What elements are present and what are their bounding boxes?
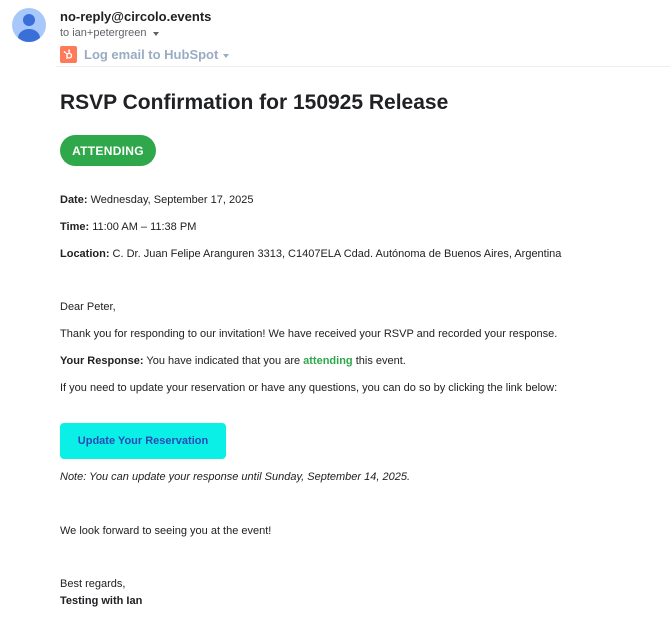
update-info-paragraph: If you need to update your reservation o… (60, 382, 558, 394)
time-label: Time: (60, 221, 90, 233)
update-reservation-button[interactable]: Update Your Reservation (60, 423, 226, 459)
response-prefix: You have indicated that you are (143, 355, 304, 367)
time-line: Time: 11:00 AM – 11:38 PM (60, 221, 196, 233)
hubspot-sprocket-icon (63, 49, 73, 60)
hubspot-icon (60, 46, 77, 63)
response-suffix: this event. (352, 355, 406, 367)
closing-paragraph: We look forward to seeing you at the eve… (60, 525, 272, 537)
hubspot-log-button[interactable]: Log email to HubSpot (60, 46, 230, 63)
signoff: Best regards, (60, 578, 126, 590)
location-line: Location: C. Dr. Juan Felipe Aranguren 3… (60, 248, 561, 260)
signature: Testing with Ian (60, 595, 143, 607)
deadline-note: Note: You can update your response until… (60, 471, 411, 483)
header-divider (56, 66, 670, 67)
location-label: Location: (60, 248, 110, 260)
time-value: 11:00 AM – 11:38 PM (89, 221, 197, 233)
recipient-text: to ian+petergreen (60, 27, 147, 39)
date-line: Date: Wednesday, September 17, 2025 (60, 194, 253, 206)
chevron-down-icon[interactable] (152, 31, 159, 36)
thanks-paragraph: Thank you for responding to our invitati… (60, 328, 558, 340)
response-line: Your Response: You have indicated that y… (60, 355, 406, 367)
avatar-body (18, 29, 40, 42)
recipient-line[interactable]: to ian+petergreen (60, 27, 159, 39)
status-badge: ATTENDING (60, 135, 156, 166)
hubspot-label: Log email to HubSpot (84, 47, 219, 62)
response-status: attending (303, 355, 353, 367)
avatar-head (23, 14, 35, 26)
response-label: Your Response: (60, 355, 144, 367)
sender-address[interactable]: no-reply@circolo.events (60, 9, 211, 24)
date-label: Date: (60, 194, 88, 206)
date-value: Wednesday, September 17, 2025 (87, 194, 254, 206)
greeting: Dear Peter, (60, 301, 116, 313)
location-value: C. Dr. Juan Felipe Aranguren 3313, C1407… (109, 248, 562, 260)
email-title: RSVP Confirmation for 150925 Release (60, 91, 449, 114)
sender-avatar[interactable] (12, 8, 46, 42)
chevron-down-icon[interactable] (223, 53, 230, 58)
